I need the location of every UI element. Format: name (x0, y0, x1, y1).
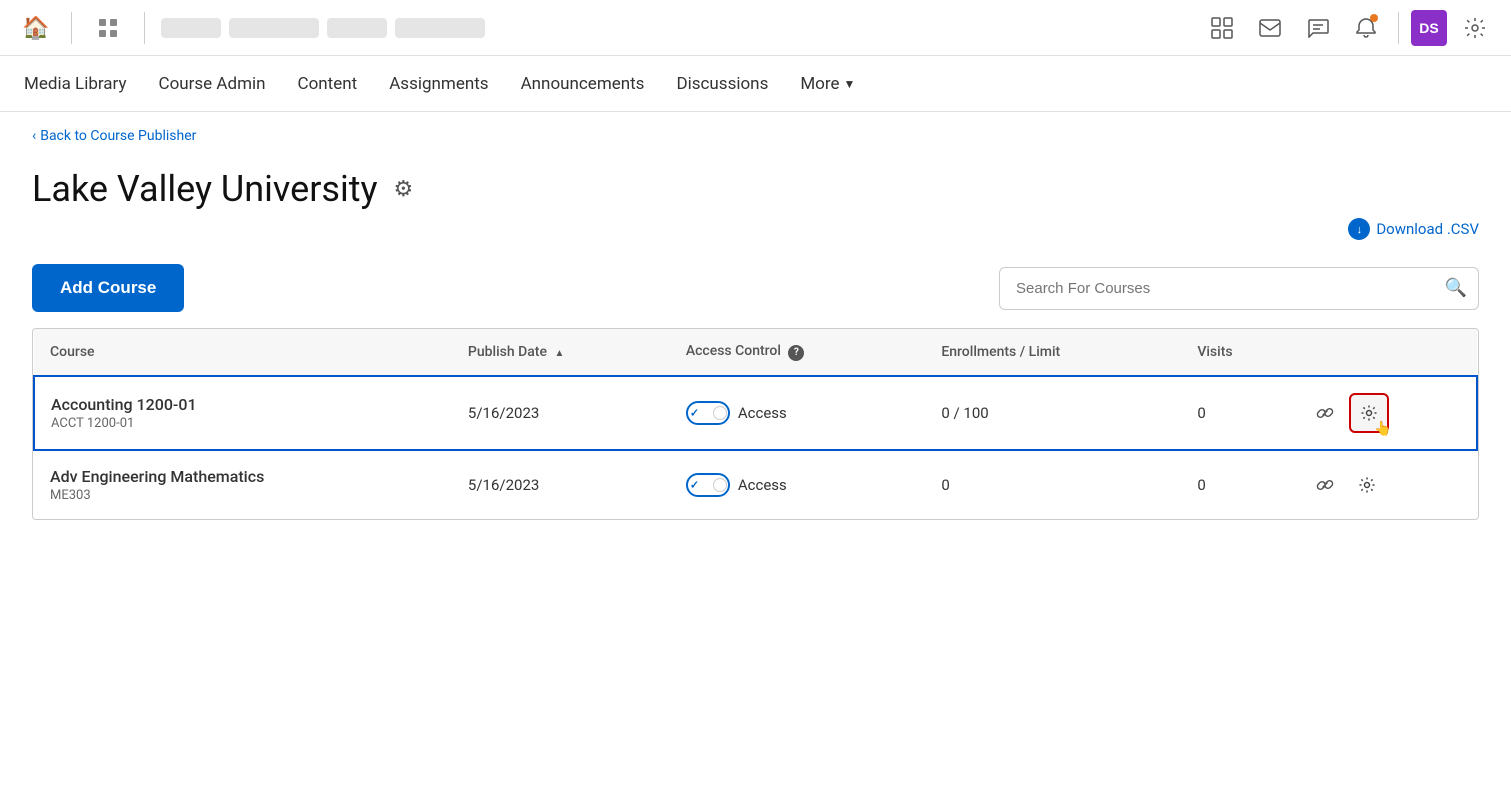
link-icon-button[interactable] (1307, 395, 1343, 431)
divider (71, 12, 72, 44)
search-icon[interactable]: 🔍 (1445, 278, 1467, 299)
page-settings-gear-icon[interactable]: ⚙ (394, 177, 414, 202)
course-name: Accounting 1200-01 (51, 395, 436, 414)
course-name: Adv Engineering Mathematics (50, 467, 436, 486)
col-course: Course (34, 329, 452, 376)
publish-date-cell: 5/16/2023 (452, 376, 670, 450)
table-row: Accounting 1200-01 ACCT 1200-01 5/16/202… (34, 376, 1477, 450)
row-actions-cell: 👆 (1295, 377, 1476, 449)
nav-item-media-library[interactable]: Media Library (24, 70, 127, 98)
notification-bell-button[interactable] (1346, 8, 1386, 48)
breadcrumb: ‹ Back to Course Publisher (0, 112, 1511, 152)
nav-item-assignments[interactable]: Assignments (389, 70, 488, 98)
page-header: Lake Valley University ⚙ (0, 152, 1511, 218)
courses-table: Course Publish Date ▲ Access Control ? E… (33, 329, 1478, 519)
courses-table-container: Course Publish Date ▲ Access Control ? E… (32, 328, 1479, 520)
blurred-pill-4 (395, 18, 485, 38)
access-toggle-wrap: ✓ Access (686, 401, 910, 425)
access-control-cell: ✓ Access (670, 376, 926, 450)
enrollments-cell: 0 / 100 (925, 376, 1181, 450)
download-csv-link[interactable]: ↓ Download .CSV (1348, 218, 1479, 240)
actions-row-wrapper: ↓ Download .CSV (0, 218, 1511, 248)
visits-cell: 0 (1181, 450, 1295, 519)
col-actions (1295, 329, 1477, 376)
page-title: Lake Valley University (32, 168, 378, 210)
col-visits: Visits (1181, 329, 1295, 376)
nav-item-more[interactable]: More ▼ (800, 74, 855, 94)
nav-item-discussions[interactable]: Discussions (676, 70, 768, 98)
nav-item-course-admin[interactable]: Course Admin (159, 70, 266, 98)
blurred-nav-pills (161, 18, 485, 38)
blurred-pill-3 (327, 18, 387, 38)
top-bar-left: 🏠 (16, 8, 1202, 48)
nav-item-content[interactable]: Content (298, 70, 358, 98)
course-cell: Accounting 1200-01 ACCT 1200-01 (34, 376, 452, 450)
add-course-button[interactable]: Add Course (32, 264, 184, 312)
cursor-icon: 👆 (1374, 420, 1391, 437)
access-control-cell: ✓ Access (670, 450, 926, 519)
access-toggle-wrap: ✓ Access (686, 473, 910, 497)
notification-dot (1370, 14, 1378, 22)
download-csv-icon: ↓ (1348, 218, 1370, 240)
top-bar: 🏠 (0, 0, 1511, 56)
divider3 (1398, 12, 1399, 44)
settings-icon-button[interactable] (1455, 8, 1495, 48)
col-publish-date[interactable]: Publish Date ▲ (452, 329, 670, 376)
search-input[interactable] (999, 267, 1479, 310)
blurred-pill-2 (229, 18, 319, 38)
link-icon-button[interactable] (1307, 467, 1343, 503)
sort-arrow-icon: ▲ (554, 348, 564, 359)
search-wrap: 🔍 (999, 267, 1479, 310)
user-avatar-button[interactable]: DS (1411, 10, 1447, 46)
back-chevron-icon: ‹ (32, 128, 36, 144)
table-row: Adv Engineering Mathematics ME303 5/16/2… (34, 450, 1477, 519)
grid-icon-button[interactable] (1202, 8, 1242, 48)
row-settings-gear-button[interactable]: 👆 (1349, 393, 1389, 433)
enrollments-cell: 0 (925, 450, 1181, 519)
course-code: ME303 (50, 488, 436, 503)
col-access-control: Access Control ? (670, 329, 926, 376)
back-to-course-publisher-link[interactable]: ‹ Back to Course Publisher (32, 128, 1479, 144)
access-control-help-icon[interactable]: ? (788, 345, 804, 361)
secondary-nav: Media Library Course Admin Content Assig… (0, 56, 1511, 112)
blurred-pill-1 (161, 18, 221, 38)
divider2 (144, 12, 145, 44)
chevron-down-icon: ▼ (844, 77, 856, 91)
chat-icon-button[interactable] (1298, 8, 1338, 48)
table-header-row: Course Publish Date ▲ Access Control ? E… (34, 329, 1477, 376)
row-settings-gear-button[interactable] (1349, 467, 1385, 503)
course-code: ACCT 1200-01 (51, 416, 436, 431)
course-cell: Adv Engineering Mathematics ME303 (34, 450, 452, 519)
nav-item-announcements[interactable]: Announcements (521, 70, 645, 98)
apps-grid-icon[interactable] (88, 8, 128, 48)
access-label: Access (738, 404, 787, 422)
actions-row: Add Course 🔍 (0, 248, 1511, 328)
mail-icon-button[interactable] (1250, 8, 1290, 48)
row-actions-cell (1295, 451, 1477, 519)
home-icon[interactable]: 🏠 (16, 11, 55, 45)
access-label: Access (738, 476, 787, 494)
visits-cell: 0 (1181, 376, 1295, 450)
col-enrollments: Enrollments / Limit (925, 329, 1181, 376)
top-bar-right: DS (1202, 8, 1495, 48)
publish-date-cell: 5/16/2023 (452, 450, 670, 519)
